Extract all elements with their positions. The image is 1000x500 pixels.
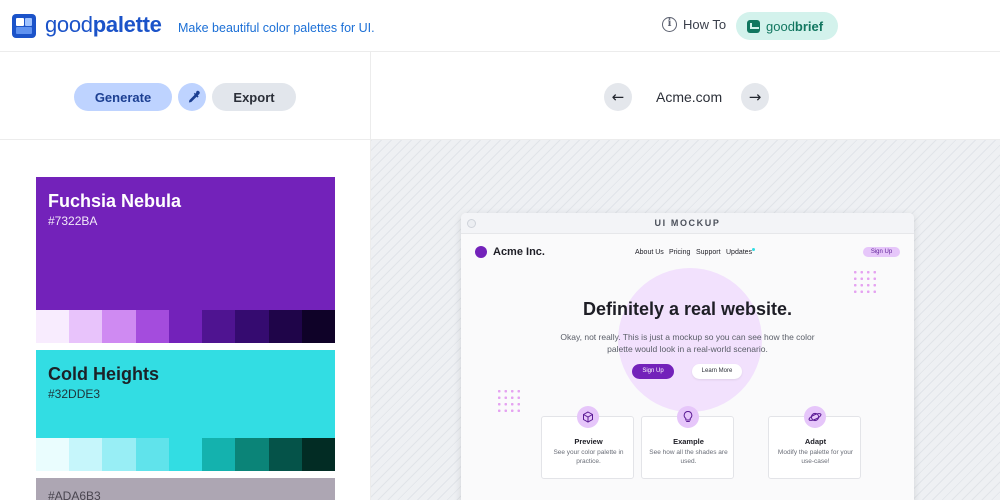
mockup-body-text: Okay, not really. This is just a mockup … (560, 332, 815, 354)
preview-canvas: UI MOCKUP Acme Inc. About Us Pricing Sup… (371, 140, 1000, 500)
shade-swatch[interactable] (235, 438, 269, 471)
mockup-nav-about: About Us (635, 249, 664, 256)
mockup-card-preview: Preview See your color palette in practi… (541, 406, 634, 479)
shade-swatch[interactable] (69, 310, 103, 343)
shade-swatch[interactable] (36, 310, 70, 343)
swatch-hex: #ADA6B3 (48, 489, 101, 500)
card-title: Adapt (804, 437, 827, 446)
arrow-left-icon: ← (611, 88, 625, 106)
shade-swatch[interactable] (235, 310, 269, 343)
previous-mockup-button[interactable]: ← (604, 83, 632, 111)
ui-mockup-window: UI MOCKUP Acme Inc. About Us Pricing Sup… (461, 213, 914, 500)
mockup-brand: Acme Inc. (493, 246, 545, 258)
shade-swatch[interactable] (102, 438, 136, 471)
goodbrief-button[interactable]: goodbrief (736, 12, 838, 40)
swatch-main-color[interactable]: Cold Heights #32DDE3 (36, 350, 335, 438)
cube-icon (577, 406, 599, 428)
mockup-card-adapt: Adapt Modify the palette for your use-ca… (768, 406, 861, 479)
swatch-hex: #32DDE3 (48, 387, 101, 401)
shade-swatch[interactable] (69, 438, 103, 471)
how-to-link[interactable]: i How To (662, 17, 726, 32)
update-badge-dot (752, 248, 755, 251)
shade-swatch[interactable] (135, 438, 169, 471)
goodbrief-label: goodbrief (766, 18, 824, 34)
mockup-nav-support: Support (696, 249, 721, 256)
lightbulb-icon (677, 406, 699, 428)
shade-swatch[interactable] (301, 310, 335, 343)
export-button[interactable]: Export (212, 83, 296, 111)
shade-swatch[interactable] (36, 438, 70, 471)
mockup-signup-top: Sign Up (863, 247, 900, 257)
next-mockup-button[interactable]: → (741, 83, 769, 111)
preview-topbar: ← Acme.com → (371, 52, 1000, 140)
shade-swatch[interactable] (202, 310, 236, 343)
card-description: See your color palette in practice. (553, 449, 624, 465)
goodpalette-logo-icon[interactable] (12, 14, 36, 38)
card-title: Preview (574, 437, 603, 446)
shade-swatch[interactable] (301, 438, 335, 471)
info-icon: i (662, 17, 677, 32)
swatch-cold-heights[interactable]: Cold Heights #32DDE3 (36, 350, 335, 471)
mockup-titlebar: UI MOCKUP (461, 213, 914, 234)
shade-swatch[interactable] (135, 310, 169, 343)
shade-swatch[interactable] (202, 438, 236, 471)
planet-icon (804, 406, 826, 428)
app-tagline: Make beautiful color palettes for UI. (178, 21, 375, 35)
color-picker-button[interactable] (178, 83, 206, 111)
shade-swatch[interactable] (168, 438, 203, 471)
swatch-hex: #7322BA (48, 214, 98, 228)
swatch-name: Fuchsia Nebula (48, 191, 182, 211)
shade-swatch[interactable] (268, 310, 302, 343)
palette-panel: Generate Export Fuchsia Nebula #7322BA C… (0, 52, 371, 500)
swatch-fuchsia-nebula[interactable]: Fuchsia Nebula #7322BA (36, 177, 335, 343)
how-to-label: How To (683, 17, 727, 32)
app-header: goodpalette Make beautiful color palette… (0, 0, 1000, 52)
mockup-signup-button: Sign Up (632, 364, 674, 379)
mockup-nav-pricing: Pricing (669, 249, 691, 256)
shade-swatch[interactable] (102, 310, 136, 343)
generate-button[interactable]: Generate (74, 83, 172, 111)
swatch-main-color[interactable]: Fuchsia Nebula #7322BA (36, 177, 335, 310)
swatch-shades (36, 310, 335, 343)
mockup-nav-updates: Updates (726, 249, 753, 256)
logo-text-good: good (45, 12, 93, 37)
mockup-logo-icon (475, 246, 487, 258)
logo-text-palette: palette (92, 12, 162, 37)
swatch-name: Cold Heights (48, 364, 159, 384)
card-description: Modify the palette for your use-case! (777, 449, 854, 465)
eyedropper-icon (188, 90, 200, 103)
preview-panel: ← Acme.com → UI MOCKUP Acme Inc. About U… (371, 52, 1000, 500)
mockup-window-title: UI MOCKUP (654, 218, 721, 228)
mockup-headline: Definitely a real website. (582, 299, 793, 319)
swatch-shades (36, 438, 335, 471)
mockup-card-example: Example See how all the shades are used. (641, 406, 734, 479)
shade-swatch[interactable] (268, 438, 302, 471)
app-logo-text[interactable]: goodpalette (45, 12, 162, 38)
card-description: See how all the shades are used. (649, 449, 728, 465)
swatch-gray[interactable]: #ADA6B3 (36, 478, 335, 500)
dot-pattern-decoration (852, 269, 878, 295)
mockup-site-name: Acme.com (656, 89, 723, 105)
shade-swatch[interactable] (168, 310, 203, 343)
mockup-learn-more-button: Learn More (692, 364, 742, 379)
dot-pattern-decoration (496, 388, 522, 414)
palette-toolbar: Generate Export (0, 52, 370, 140)
goodbrief-logo-icon (747, 19, 760, 33)
arrow-right-icon: → (748, 88, 762, 106)
card-title: Example (673, 437, 704, 446)
